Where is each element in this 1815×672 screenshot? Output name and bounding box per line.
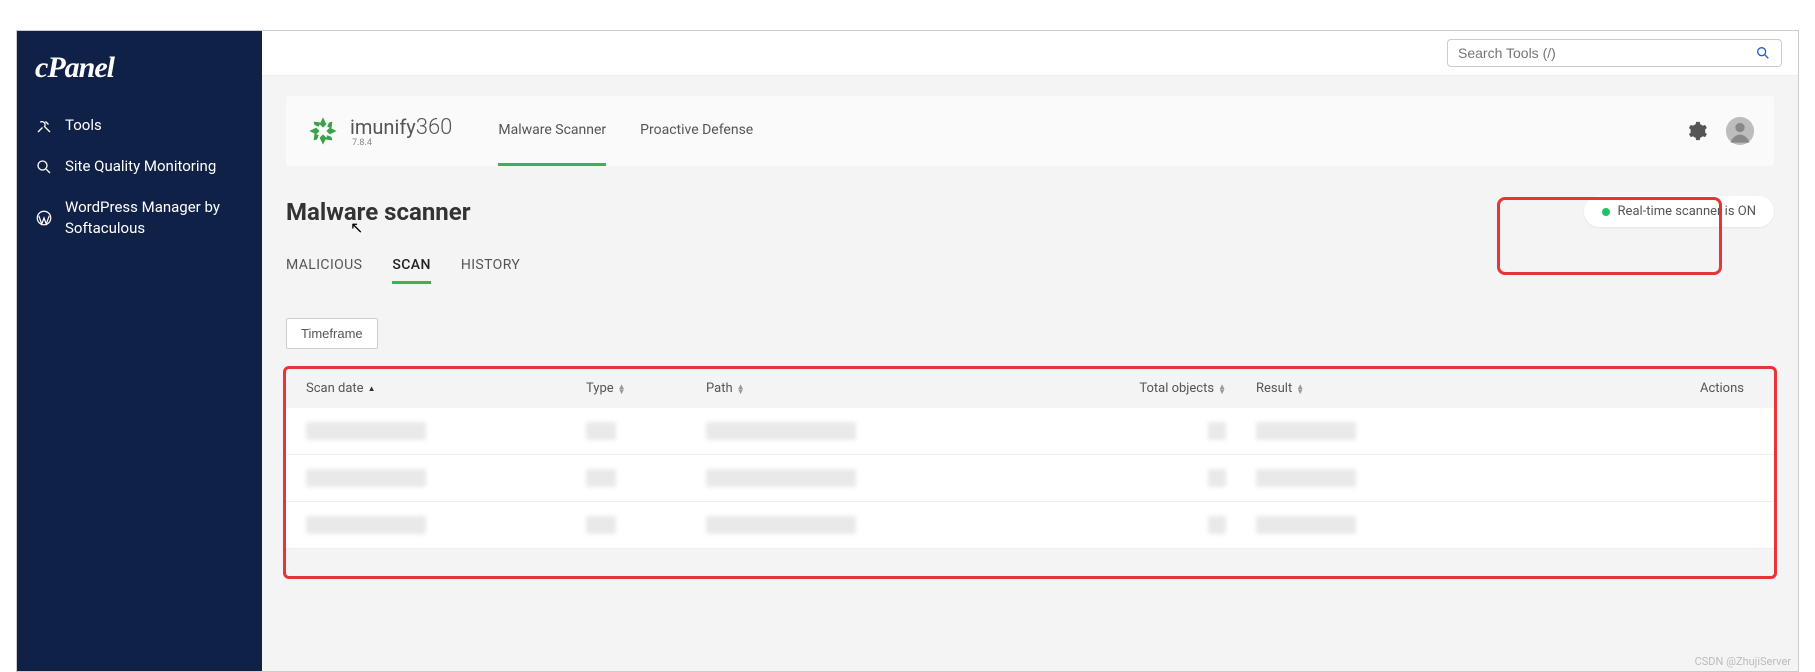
sidebar-item-label: Site Quality Monitoring bbox=[65, 156, 216, 177]
col-type[interactable]: Type▲▼ bbox=[586, 381, 706, 396]
table-body bbox=[286, 408, 1774, 549]
brand-logo-text: cPanel bbox=[35, 51, 114, 84]
page-title: Malware scanner bbox=[286, 198, 471, 226]
table-header: Scan date▲ Type▲▼ Path▲▼ Total objects▲▼… bbox=[286, 369, 1774, 408]
col-result[interactable]: Result▲▼ bbox=[1256, 381, 1456, 396]
search-wrap[interactable] bbox=[1447, 39, 1782, 67]
gear-icon[interactable] bbox=[1686, 120, 1708, 142]
sidebar-item-tools[interactable]: Tools bbox=[17, 105, 262, 146]
status-dot-icon bbox=[1602, 208, 1610, 216]
subtab-scan[interactable]: SCAN bbox=[392, 257, 430, 284]
main-content: imunify360 7.8.4 Malware Scanner Proacti… bbox=[262, 31, 1798, 671]
wordpress-icon bbox=[35, 209, 53, 227]
subtab-malicious[interactable]: MALICIOUS bbox=[286, 257, 362, 284]
table-row bbox=[286, 408, 1774, 455]
status-text: Real-time scanner is ON bbox=[1618, 204, 1756, 219]
product-version: 7.8.4 bbox=[352, 138, 452, 148]
content-area: imunify360 7.8.4 Malware Scanner Proacti… bbox=[262, 76, 1798, 671]
sidebar-item-site-quality[interactable]: Site Quality Monitoring bbox=[17, 146, 262, 187]
timeframe-button[interactable]: Timeframe bbox=[286, 318, 378, 349]
col-actions: Actions bbox=[1456, 381, 1754, 396]
col-total-objects[interactable]: Total objects▲▼ bbox=[1056, 381, 1256, 396]
product-brand: imunify360 7.8.4 bbox=[306, 114, 452, 148]
panel-head: imunify360 7.8.4 Malware Scanner Proacti… bbox=[286, 96, 1774, 166]
sort-icon: ▲▼ bbox=[737, 384, 745, 394]
watermark: CSDN @ZhujiServer bbox=[1695, 655, 1791, 668]
col-scan-date[interactable]: Scan date▲ bbox=[306, 381, 586, 396]
imunify-icon bbox=[306, 114, 340, 148]
table-row bbox=[286, 502, 1774, 549]
sort-icon: ▲▼ bbox=[1218, 384, 1226, 394]
sort-icon: ▲▼ bbox=[618, 384, 626, 394]
scan-table: Scan date▲ Type▲▼ Path▲▼ Total objects▲▼… bbox=[286, 369, 1774, 549]
tools-icon bbox=[35, 117, 53, 135]
magnifier-icon bbox=[35, 158, 53, 176]
sort-icon: ▲▼ bbox=[1296, 384, 1304, 394]
top-tabs: Malware Scanner Proactive Defense bbox=[498, 96, 1686, 166]
sidebar-item-label: Tools bbox=[65, 115, 102, 136]
tab-proactive-defense[interactable]: Proactive Defense bbox=[640, 96, 753, 166]
sub-tabs: MALICIOUS SCAN HISTORY bbox=[286, 257, 1774, 284]
head-actions bbox=[1686, 117, 1754, 145]
subtab-history[interactable]: HISTORY bbox=[461, 257, 520, 284]
topbar bbox=[262, 31, 1798, 76]
search-input[interactable] bbox=[1458, 45, 1755, 61]
sort-icon: ▲ bbox=[368, 386, 376, 391]
page-title-row: Malware scanner Real-time scanner is ON bbox=[286, 196, 1774, 227]
sidebar: cPanel Tools Site Quality Monitoring Wor… bbox=[17, 31, 262, 671]
sidebar-item-wordpress-manager[interactable]: WordPress Manager by Softaculous bbox=[17, 187, 262, 249]
search-icon bbox=[1755, 45, 1771, 61]
sidebar-item-label: WordPress Manager by Softaculous bbox=[65, 197, 244, 239]
product-suffix: 360 bbox=[416, 115, 453, 140]
table-row bbox=[286, 455, 1774, 502]
realtime-status-chip: Real-time scanner is ON bbox=[1584, 196, 1774, 227]
product-name: imunify bbox=[350, 115, 416, 139]
avatar[interactable] bbox=[1726, 117, 1754, 145]
brand-logo: cPanel bbox=[17, 51, 262, 105]
tab-malware-scanner[interactable]: Malware Scanner bbox=[498, 96, 606, 166]
col-path[interactable]: Path▲▼ bbox=[706, 381, 1056, 396]
